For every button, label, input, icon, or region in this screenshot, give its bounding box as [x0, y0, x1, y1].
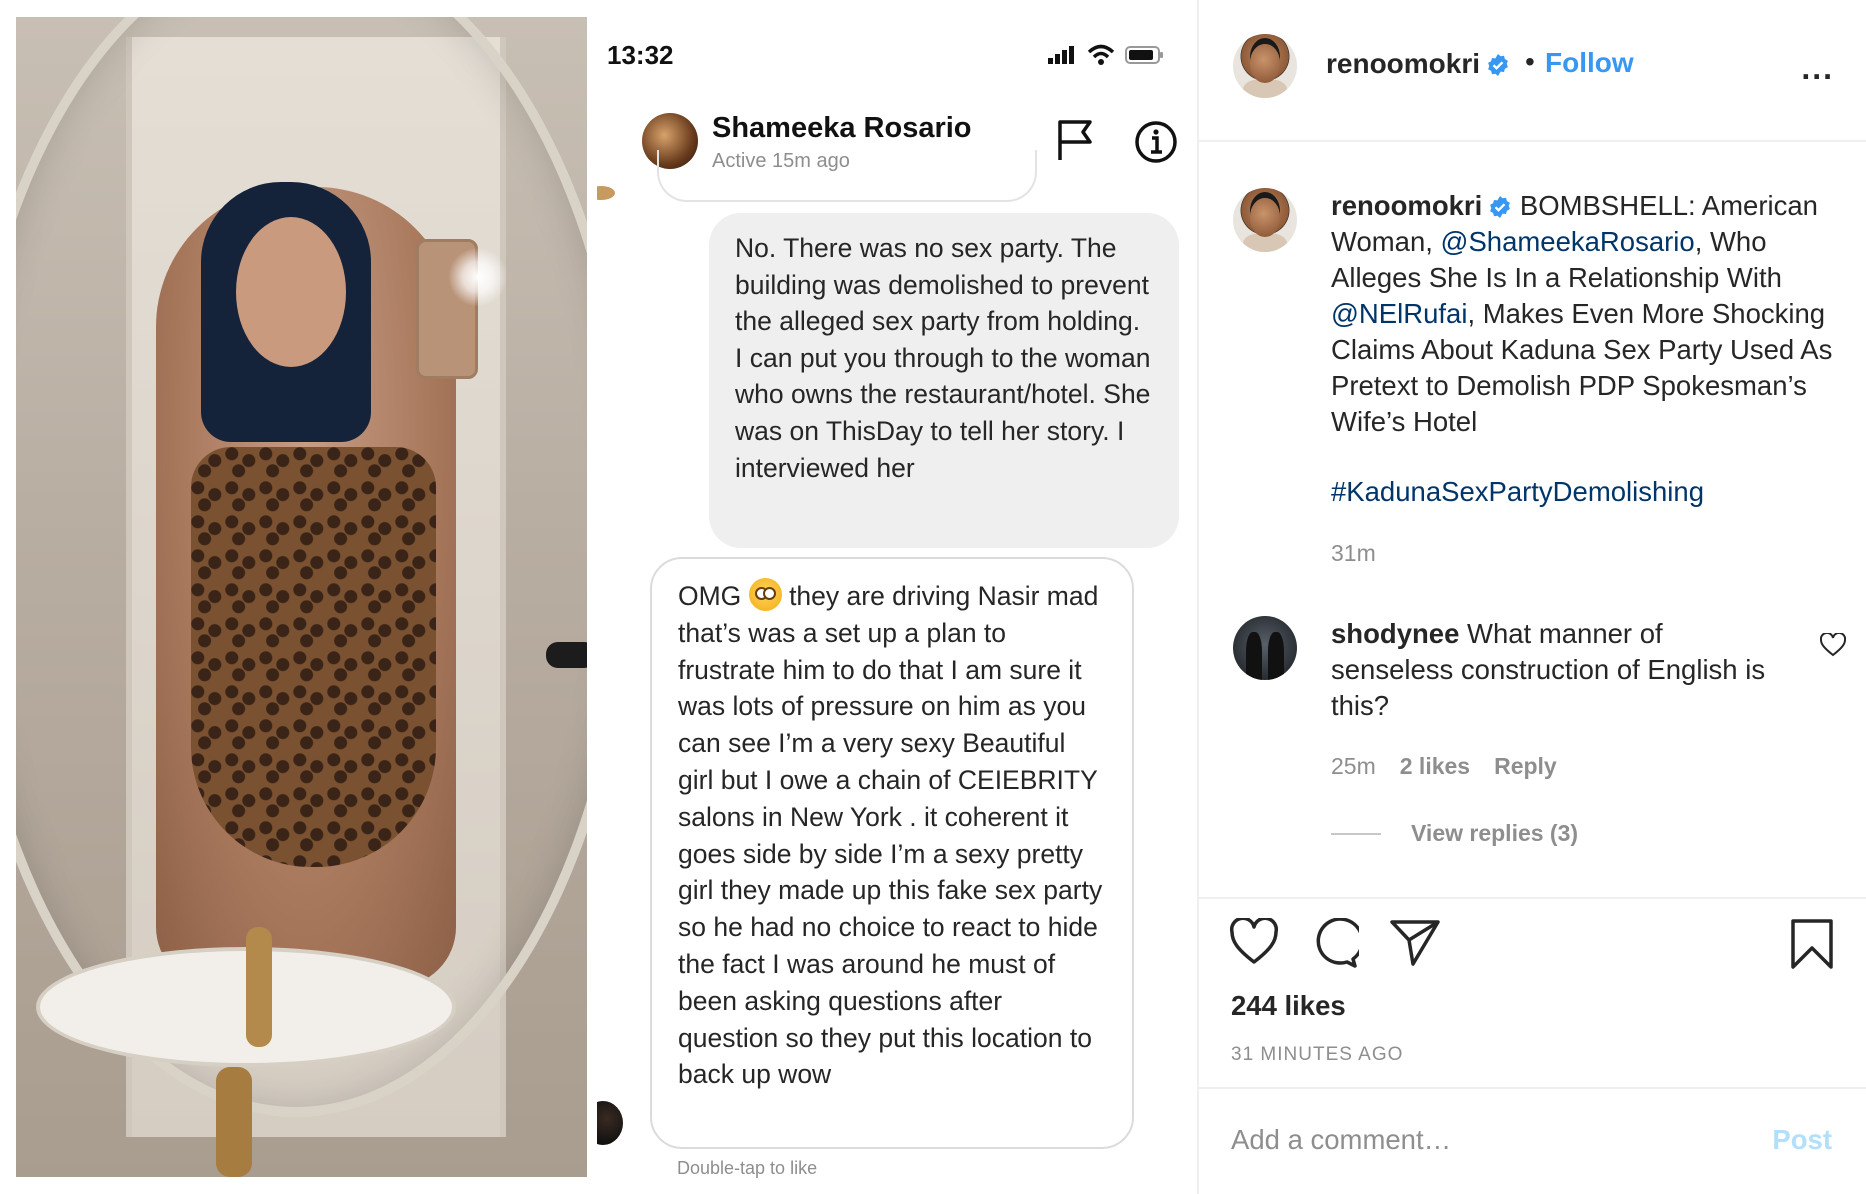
- post-age: 31 MINUTES AGO: [1231, 1044, 1404, 1065]
- caption-author-avatar[interactable]: [1233, 188, 1297, 252]
- signal-icon: [1048, 46, 1074, 64]
- sender-avatar-partial: [597, 186, 615, 200]
- view-replies-line: [1331, 832, 1381, 835]
- battery-icon: [1125, 46, 1163, 64]
- reply-button[interactable]: Reply: [1494, 753, 1557, 780]
- caption-username[interactable]: renoomokri: [1331, 190, 1482, 221]
- comment-like-heart-icon[interactable]: [1820, 633, 1846, 657]
- post-actions: [1229, 918, 1849, 978]
- received-message-start: OMG: [678, 581, 742, 611]
- photo-face: [236, 217, 346, 367]
- mention-shameekarosario[interactable]: @ShameekaRosario: [1441, 226, 1695, 257]
- info-icon[interactable]: [1134, 120, 1178, 164]
- status-bar: 13:32: [607, 40, 1177, 70]
- comment-time: 25m: [1331, 753, 1376, 779]
- author-avatar[interactable]: [1233, 34, 1297, 98]
- comment-divider: [1199, 1087, 1866, 1089]
- sender-avatar: [597, 1101, 623, 1145]
- verified-badge-icon: [1488, 54, 1508, 76]
- dm-screenshot: 13:32 Shameeka Rosario Active 15m ago No…: [597, 0, 1179, 1194]
- commenter-username[interactable]: shodynee: [1331, 618, 1459, 649]
- wifi-icon: [1087, 44, 1115, 65]
- double-tap-hint: Double-tap to like: [677, 1158, 818, 1178]
- view-replies-button[interactable]: View replies (3): [1331, 820, 1578, 847]
- contact-name[interactable]: Shameeka Rosario: [712, 112, 972, 145]
- actions-divider: [1199, 897, 1866, 899]
- likes-count[interactable]: 244 likes: [1231, 990, 1346, 1022]
- instagram-post-panel: renoomokri • Follow ... renoomokri BOMBS…: [1197, 0, 1866, 1194]
- comment-icon[interactable]: [1309, 918, 1359, 968]
- previous-message-bubble: [657, 150, 1037, 202]
- photo-camera-flash: [448, 247, 508, 307]
- add-comment-input[interactable]: [1231, 1124, 1731, 1156]
- header-separator: •: [1525, 46, 1535, 77]
- commenter-avatar[interactable]: [1233, 616, 1297, 680]
- caption-time: 31m: [1331, 540, 1376, 566]
- post-header: renoomokri • Follow ...: [1199, 0, 1866, 142]
- status-icons: [1047, 44, 1165, 66]
- author-username[interactable]: renoomokri: [1326, 48, 1510, 80]
- post-comment-button[interactable]: Post: [1772, 1124, 1832, 1156]
- photo-leopard-swimsuit: [191, 447, 436, 867]
- photo-faucet-handle: [216, 1067, 252, 1177]
- comment: shodynee What manner of senseless constr…: [1331, 616, 1771, 724]
- comment-meta: 25m 2 likes Reply: [1331, 753, 1557, 780]
- bookmark-icon[interactable]: [1789, 918, 1835, 970]
- heart-icon[interactable]: [1229, 918, 1279, 966]
- received-message-bubble[interactable]: OMG they are driving Nasir mad that’s wa…: [650, 557, 1134, 1149]
- mention-nelrufai[interactable]: @NElRufai: [1331, 298, 1467, 329]
- caption-hashtag[interactable]: #KadunaSexPartyDemolishing: [1331, 476, 1704, 508]
- comment-likes[interactable]: 2 likes: [1400, 753, 1470, 780]
- follow-button[interactable]: Follow: [1545, 47, 1634, 79]
- flushed-face-emoji: [748, 578, 782, 611]
- view-replies-label: View replies (3): [1411, 820, 1579, 846]
- verified-badge-icon: [1490, 196, 1511, 218]
- received-message-text: they are driving Nasir mad that’s was a …: [678, 581, 1103, 1090]
- mirror-selfie-photo: [16, 17, 587, 1177]
- status-time: 13:32: [607, 40, 674, 70]
- share-icon[interactable]: [1389, 918, 1441, 966]
- sent-message-bubble[interactable]: No. There was no sex party. The building…: [709, 213, 1179, 548]
- photo-faucet: [246, 927, 272, 1047]
- flag-icon[interactable]: [1055, 118, 1095, 162]
- more-options-icon[interactable]: ...: [1801, 50, 1834, 87]
- post-caption: renoomokri BOMBSHELL: American Woman, @S…: [1331, 188, 1846, 440]
